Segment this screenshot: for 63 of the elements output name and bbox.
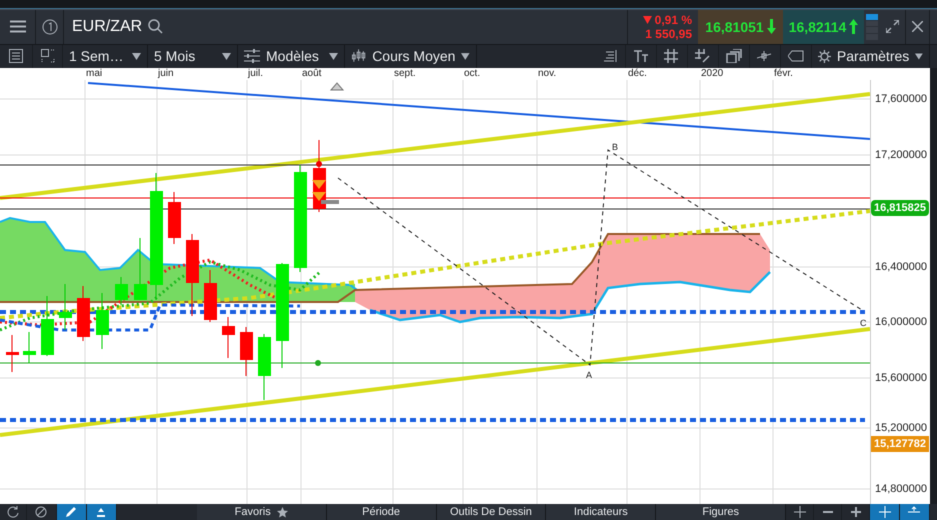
baseline-icon[interactable]	[900, 504, 930, 520]
price-tick-label: 17,600000	[875, 93, 927, 106]
candle	[41, 296, 54, 357]
caret-icon	[461, 52, 470, 60]
month-label: déc.	[628, 68, 647, 80]
price-marker	[321, 200, 339, 204]
month-label: mai	[86, 68, 102, 80]
settings-icon	[818, 48, 831, 64]
low-price-badge: 15,127782	[871, 436, 929, 452]
bottom-tab[interactable]: Période	[326, 504, 437, 520]
month-label: juil.	[248, 68, 264, 80]
triangle-up-icon[interactable]	[330, 82, 344, 91]
month-label: oct.	[464, 68, 480, 80]
candlestick-icon	[351, 49, 366, 64]
bottom-tab[interactable]: Figures	[656, 504, 786, 520]
candle	[96, 292, 109, 350]
pattern-label: C	[860, 318, 866, 328]
caret-icon	[915, 52, 923, 60]
signal-dot	[316, 161, 322, 168]
price-tick-label: 17,200000	[875, 149, 927, 162]
month-label: 2020	[701, 68, 724, 80]
candle	[23, 332, 36, 364]
caret-icon	[329, 52, 338, 60]
candle	[77, 286, 90, 342]
crosshair-icon[interactable]	[870, 504, 900, 520]
month-label: juin	[158, 68, 174, 80]
month-label: août	[302, 68, 322, 80]
month-label: févr.	[774, 68, 793, 80]
buy-price-button[interactable]: 16,82114	[783, 10, 864, 44]
price-tick-label: 14,800000	[875, 483, 927, 496]
change-points: 1 550,95	[645, 26, 692, 41]
bottom-tab[interactable]: Outils De Dessin	[436, 504, 546, 520]
star-icon	[276, 506, 288, 518]
candle	[59, 284, 72, 331]
price-tick-label: 15,200000	[875, 422, 927, 434]
price-tick-label: 16,000000	[875, 316, 927, 328]
pattern-label: A	[586, 370, 592, 380]
candle	[115, 276, 128, 306]
sell-signal-icon	[312, 180, 326, 202]
change-percent: 0,91 %	[642, 12, 692, 27]
signal-dot	[315, 360, 321, 366]
search-icon[interactable]	[148, 19, 164, 34]
pattern-label: B	[612, 142, 618, 152]
candle	[240, 326, 253, 377]
sliders-icon	[244, 49, 260, 64]
candle	[222, 316, 235, 359]
pencil-icon[interactable]	[56, 504, 87, 520]
price-tick-label: 16,400000	[875, 261, 927, 274]
bottom-tab[interactable]: Indicateurs	[546, 504, 656, 520]
candle	[204, 270, 217, 323]
caret-icon	[222, 52, 231, 60]
month-label: nov.	[538, 68, 556, 80]
candle	[168, 192, 181, 245]
candle	[258, 334, 271, 401]
month-label: sept.	[394, 68, 416, 80]
caret-icon	[132, 52, 141, 60]
candle	[6, 334, 19, 373]
price-tick-label: 15,600000	[875, 372, 927, 384]
candle	[134, 238, 147, 301]
bottom-tab[interactable]: Favoris	[196, 504, 327, 520]
current-price-badge: 16,815825	[871, 200, 929, 216]
sell-price-button[interactable]: 16,81051	[698, 10, 783, 44]
instrument-symbol: EUR/ZAR	[72, 18, 142, 36]
